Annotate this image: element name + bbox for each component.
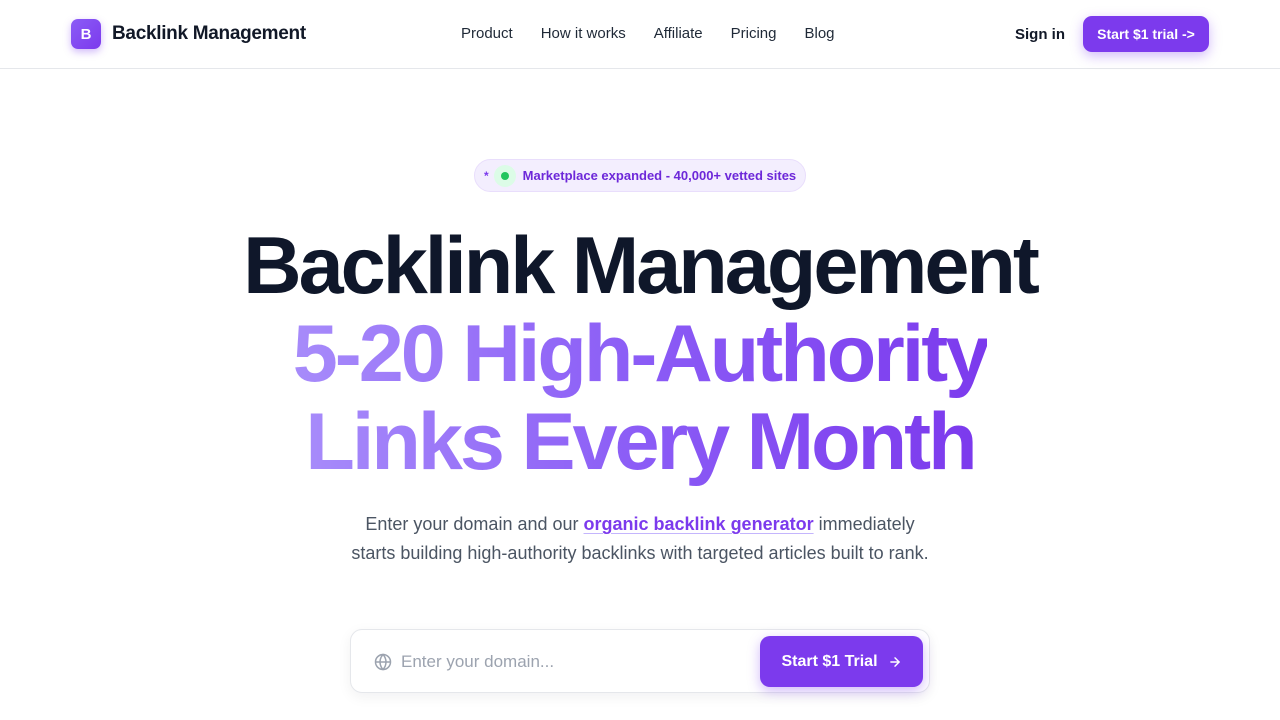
brand-name: Backlink Management — [112, 23, 306, 44]
badge-text: Marketplace expanded - 40,000+ vetted si… — [522, 168, 797, 183]
headline-line-1: Backlink Management — [243, 221, 1040, 311]
main-nav: Product How it works Affiliate Pricing B… — [461, 24, 835, 44]
organic-backlink-generator-link[interactable]: organic backlink generator — [584, 514, 814, 534]
sign-in-link[interactable]: Sign in — [1015, 25, 1065, 45]
nav-product[interactable]: Product — [461, 24, 513, 44]
status-dot-icon — [493, 164, 516, 187]
site-header: B Backlink Management Product How it wor… — [0, 0, 1280, 69]
logo-icon: B — [71, 19, 101, 49]
subtext-start: Enter your domain and our — [365, 514, 584, 534]
brand[interactable]: B Backlink Management — [71, 19, 306, 49]
hero-headline: Backlink Management 5-20 High-Authority … — [0, 222, 1280, 486]
hero-subtext: Enter your domain and our organic backli… — [350, 510, 930, 567]
nav-affiliate[interactable]: Affiliate — [654, 24, 703, 44]
start-trial-button[interactable]: Start $1 Trial — [760, 636, 923, 687]
headline-line-2: 5-20 High-Authority — [292, 309, 991, 399]
nav-pricing[interactable]: Pricing — [731, 24, 777, 44]
domain-form: Start $1 Trial — [350, 629, 930, 693]
start-trial-header-button[interactable]: Start $1 trial -> — [1083, 16, 1209, 52]
nav-how-it-works[interactable]: How it works — [541, 24, 626, 44]
nav-blog[interactable]: Blog — [805, 24, 835, 44]
domain-input[interactable] — [401, 648, 751, 676]
badge-star: * — [484, 168, 489, 183]
arrow-right-icon — [889, 656, 900, 667]
headline-line-3: Links Every Month — [305, 397, 977, 487]
globe-icon — [374, 653, 392, 671]
start-trial-label: Start $1 Trial — [781, 652, 878, 670]
announcement-badge: * Marketplace expanded - 40,000+ vetted … — [474, 159, 806, 192]
